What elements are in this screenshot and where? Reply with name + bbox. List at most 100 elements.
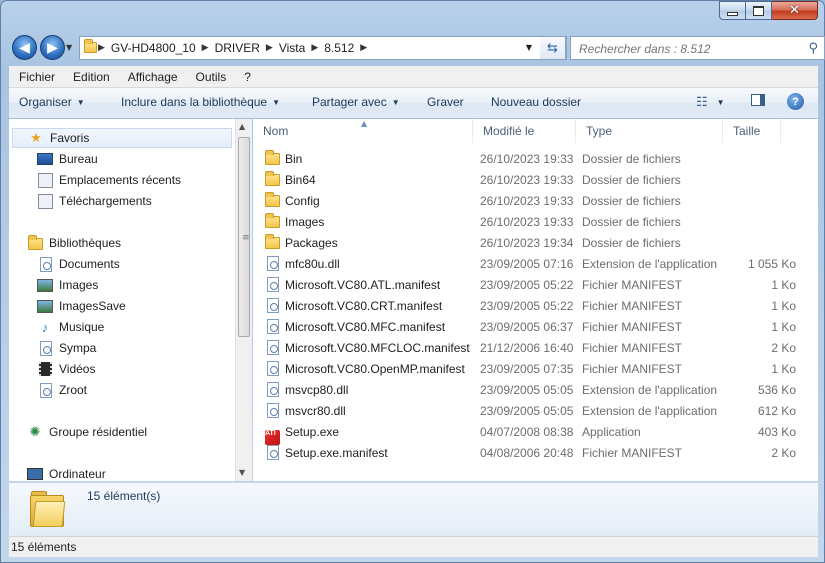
view-options-button[interactable]: ☷ ▼ — [696, 94, 725, 110]
file-type: Application — [582, 425, 641, 439]
refresh-button[interactable]: ⇆ — [540, 36, 566, 60]
file-row[interactable]: Microsoft.VC80.MFCLOC.manifest 21/12/2006… — [253, 338, 813, 359]
close-button[interactable]: ✕ — [772, 1, 818, 20]
resize-grip-icon[interactable]: ⋰ — [11, 540, 816, 555]
breadcrumb-separator[interactable]: ▶ — [265, 43, 274, 53]
tree-item-images[interactable]: Images — [37, 275, 98, 295]
dll-file-icon — [265, 256, 281, 272]
file-row[interactable]: Bin64 26/10/2023 19:33 Dossier de fichiers — [253, 170, 813, 191]
minimize-button[interactable] — [719, 1, 746, 20]
column-header-modified[interactable]: Modifié le — [473, 119, 576, 143]
navigation-pane: ★ Favoris Bureau Emplacements récents Tél… — [9, 119, 252, 484]
column-header-size[interactable]: Taille — [723, 119, 781, 143]
menu-file[interactable]: Fichier — [9, 70, 63, 84]
homegroup-icon: ✺ — [29, 424, 41, 439]
file-name: Microsoft.VC80.MFC.manifest — [285, 320, 446, 334]
breadcrumb-item[interactable]: DRIVER — [210, 41, 265, 55]
file-name: Setup.exe — [285, 425, 340, 439]
file-type: Fichier MANIFEST — [582, 341, 683, 355]
burn-button[interactable]: Graver — [427, 95, 464, 109]
breadcrumb-item[interactable]: GV-HD4800_10 — [106, 41, 201, 55]
breadcrumb-item[interactable]: Vista — [274, 41, 310, 55]
menu-edit[interactable]: Edition — [63, 70, 118, 84]
tree-item-zroot[interactable]: Zroot — [37, 380, 87, 400]
column-header-name[interactable]: Nom — [253, 119, 473, 143]
share-label: Partager avec — [312, 95, 387, 109]
menu-view[interactable]: Affichage — [118, 70, 186, 84]
scroll-down-icon[interactable]: ▼ — [239, 468, 245, 477]
burn-label: Graver — [427, 95, 464, 109]
command-bar: Organiser ▼ Inclure dans la bibliothèque ▼… — [9, 88, 818, 119]
tree-item-imagessave[interactable]: ImagesSave — [37, 296, 126, 316]
tree-homegroup[interactable]: ✺ Groupe résidentiel — [27, 422, 148, 442]
file-row[interactable]: ATI Setup.exe 04/07/2008 08:38 Application 4… — [253, 422, 813, 445]
menu-help[interactable]: ? — [234, 70, 259, 84]
file-row[interactable]: Microsoft.VC80.MFC.manifest 23/09/2005 06… — [253, 317, 813, 338]
back-arrow-icon: ◀ — [19, 39, 30, 56]
tree-computer[interactable]: Ordinateur — [27, 464, 106, 484]
menu-tools[interactable]: Outils — [186, 70, 235, 84]
tree-label: Vidéos — [59, 362, 96, 376]
file-row[interactable]: Microsoft.VC80.CRT.manifest 23/09/2005 05… — [253, 296, 813, 317]
chevron-down-icon: ▼ — [272, 98, 281, 107]
tree-item-downloads[interactable]: Téléchargements — [37, 191, 152, 211]
file-date: 04/07/2008 08:38 — [480, 425, 574, 439]
search-icon[interactable]: ⚲ — [808, 41, 818, 56]
file-date: 21/12/2006 16:40 — [480, 341, 574, 355]
file-row[interactable]: Setup.exe.manifest 04/08/2006 20:48 Fichie… — [253, 443, 813, 464]
file-row[interactable]: mfc80u.dll 23/09/2005 07:16 Extension de l… — [253, 254, 813, 275]
file-row[interactable]: Images 26/10/2023 19:33 Dossier de fichier… — [253, 212, 813, 233]
breadcrumb-separator[interactable]: ▶ — [310, 43, 319, 53]
preview-pane-icon — [751, 94, 765, 106]
organize-button[interactable]: Organiser ▼ — [19, 95, 85, 109]
forward-button[interactable]: ▶ — [40, 35, 65, 60]
breadcrumb-separator[interactable]: ▶ — [359, 43, 368, 53]
address-dropdown-icon[interactable]: ▼ — [526, 43, 532, 52]
file-row[interactable]: msvcp80.dll 23/09/2005 05:05 Extension de … — [253, 380, 813, 401]
organize-label: Organiser — [19, 95, 72, 109]
recent-pages-dropdown[interactable]: ▼ — [66, 43, 72, 52]
search-box[interactable]: ⚲ — [570, 36, 825, 60]
tree-label: Zroot — [59, 383, 88, 397]
address-bar[interactable]: ▶ GV-HD4800_10 ▶ DRIVER ▶ Vista ▶ 8.512 … — [79, 36, 567, 60]
file-row[interactable]: Microsoft.VC80.ATL.manifest 23/09/2005 05… — [253, 275, 813, 296]
help-button[interactable]: ? — [787, 93, 804, 110]
tree-favorites[interactable]: ★ Favoris — [12, 128, 232, 148]
desktop-icon — [37, 151, 53, 167]
tree-item-music[interactable]: ♪ Musique — [37, 317, 105, 337]
scroll-thumb[interactable]: ≡ — [238, 137, 250, 337]
breadcrumb-separator[interactable]: ▶ — [97, 43, 106, 53]
tree-label: ImagesSave — [59, 299, 126, 313]
include-in-library-button[interactable]: Inclure dans la bibliothèque ▼ — [121, 95, 280, 109]
navigation-scrollbar[interactable]: ▲ ≡ ▼ — [235, 119, 252, 481]
scroll-up-icon[interactable]: ▲ — [239, 122, 245, 131]
file-row[interactable]: Config 26/10/2023 19:33 Dossier de fichier… — [253, 191, 813, 212]
search-input[interactable] — [577, 38, 801, 60]
tree-item-videos[interactable]: Vidéos — [37, 359, 95, 379]
tree-item-sympa[interactable]: Sympa — [37, 338, 96, 358]
maximize-button[interactable] — [746, 1, 772, 20]
column-header-type[interactable]: Type — [576, 119, 723, 143]
breadcrumb-separator[interactable]: ▶ — [201, 43, 210, 53]
dll-file-icon — [265, 403, 281, 419]
new-folder-label: Nouveau dossier — [491, 95, 582, 109]
tree-item-documents[interactable]: Documents — [37, 254, 120, 274]
preview-pane-button[interactable] — [751, 94, 765, 109]
new-folder-button[interactable]: Nouveau dossier — [491, 95, 581, 109]
navigation-row: ◀ ▶ ▼ ▶ GV-HD4800_10 ▶ DRIVER ▶ Vista ▶ … — [9, 33, 825, 61]
tree-libraries[interactable]: Bibliothèques — [27, 233, 121, 253]
breadcrumb-item[interactable]: 8.512 — [319, 41, 359, 55]
tree-item-desktop[interactable]: Bureau — [37, 149, 98, 169]
file-size: 1 Ko — [771, 278, 796, 292]
folder-icon — [30, 489, 68, 527]
file-name: Bin64 — [285, 173, 316, 187]
share-with-button[interactable]: Partager avec ▼ — [312, 95, 400, 109]
file-row[interactable]: msvcr80.dll 23/09/2005 05:05 Extension de … — [253, 401, 813, 422]
back-button[interactable]: ◀ — [12, 35, 37, 60]
file-row[interactable]: Bin 26/10/2023 19:33 Dossier de fichiers — [253, 149, 813, 170]
file-size: 1 Ko — [771, 320, 796, 334]
tree-label: Ordinateur — [49, 467, 106, 481]
file-row[interactable]: Packages 26/10/2023 19:34 Dossier de fichi… — [253, 233, 813, 254]
file-row[interactable]: Microsoft.VC80.OpenMP.manifest 23/09/2005… — [253, 359, 813, 380]
tree-item-recent-places[interactable]: Emplacements récents — [37, 170, 181, 190]
